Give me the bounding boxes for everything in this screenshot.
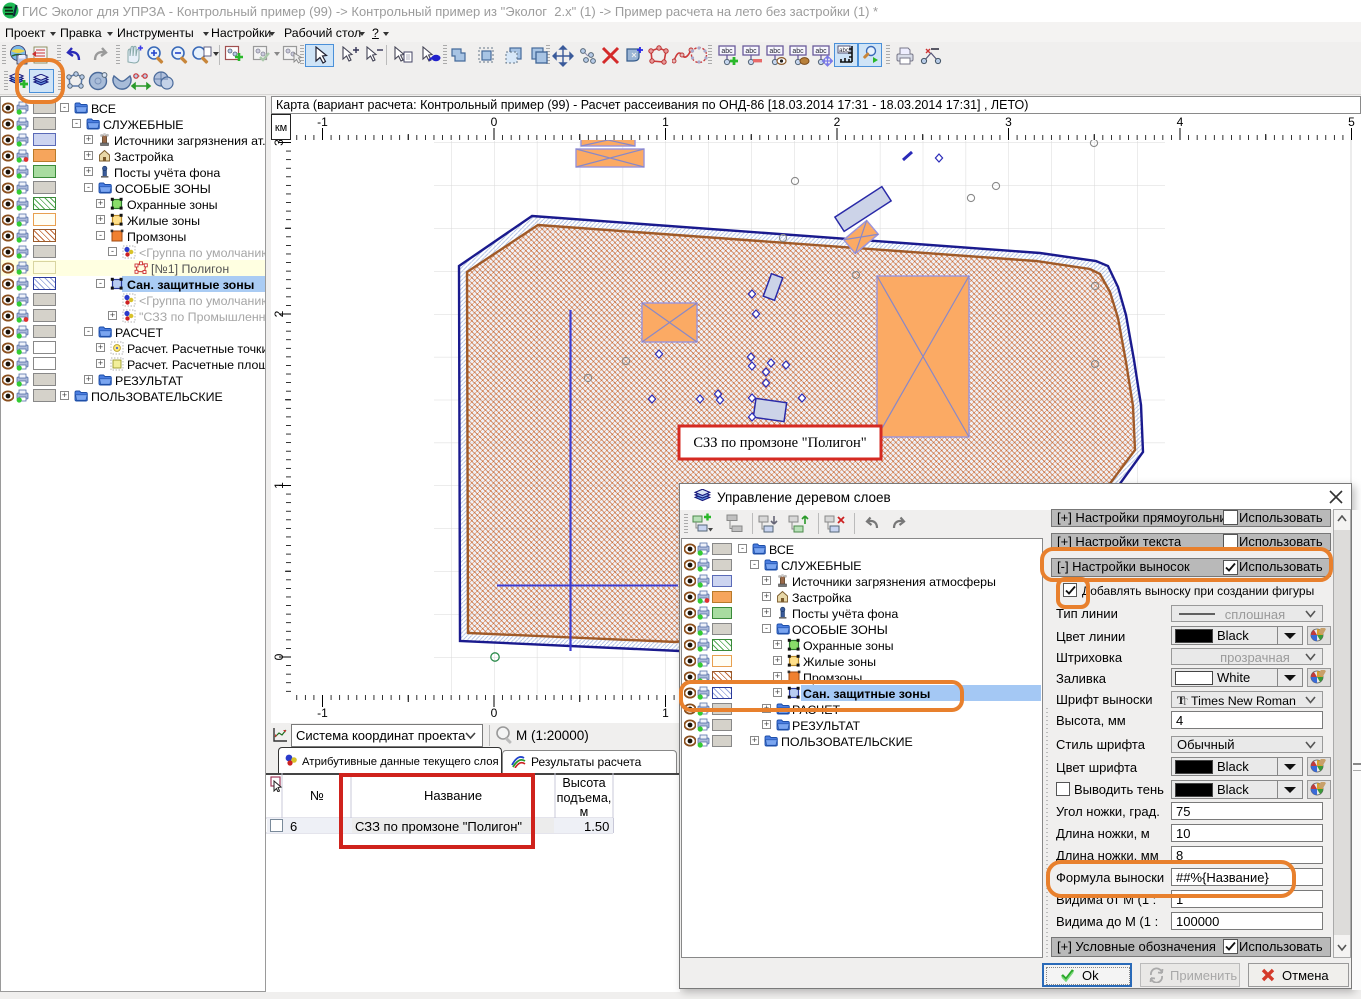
svg-text:abc: abc (769, 48, 781, 55)
svg-text:СЗЗ по промзоне "Полигон": СЗЗ по промзоне "Полигон" (693, 435, 866, 451)
svg-text:0: 0 (491, 115, 498, 129)
svg-text:5: 5 (1348, 115, 1355, 129)
svg-text:-1: -1 (317, 706, 328, 720)
svg-text:-1: -1 (317, 115, 328, 129)
svg-text:1: 1 (272, 482, 286, 489)
svg-text:0: 0 (272, 653, 286, 660)
svg-text:4: 4 (1177, 115, 1184, 129)
svg-text:abc: abc (815, 48, 827, 55)
svg-text:1: 1 (662, 706, 669, 720)
svg-text:abc: abc (745, 48, 757, 55)
svg-text:2: 2 (834, 115, 841, 129)
svg-text:3: 3 (1005, 115, 1012, 129)
svg-text:abc: abc (839, 48, 849, 54)
svg-text:T: T (1182, 697, 1188, 706)
svg-text:1: 1 (662, 115, 669, 129)
svg-text:0: 0 (491, 706, 498, 720)
svg-text:3: 3 (272, 140, 286, 146)
svg-text:2: 2 (272, 310, 286, 317)
svg-text:abc: abc (792, 48, 804, 55)
svg-text:abc: abc (721, 48, 733, 55)
